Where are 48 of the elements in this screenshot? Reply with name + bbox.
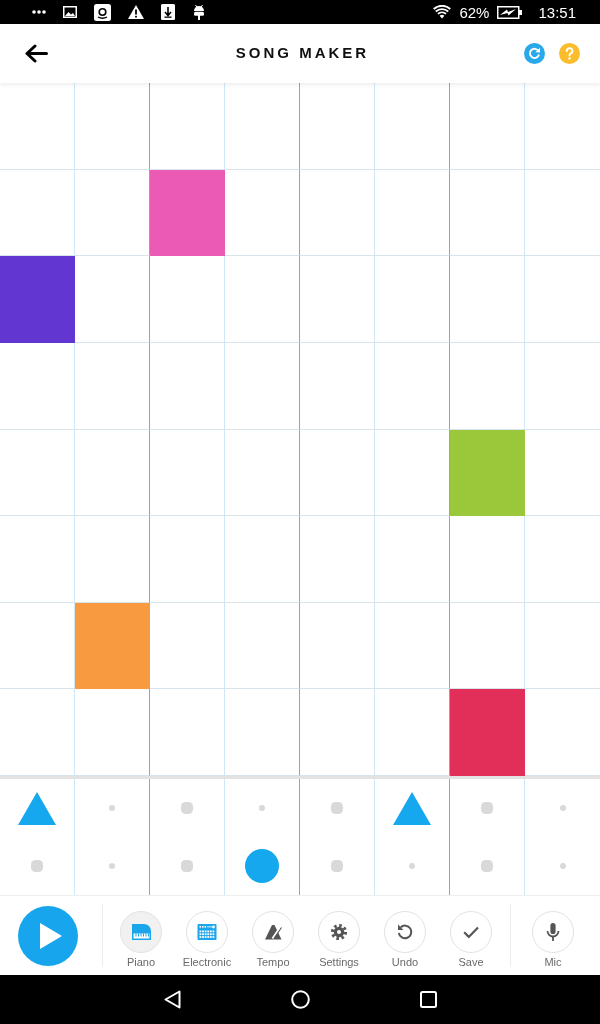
grid-cell[interactable] <box>75 256 150 343</box>
battery-percent: 62% <box>459 4 490 20</box>
grid-cell[interactable] <box>75 342 150 430</box>
app-icon <box>94 3 111 21</box>
clock-time: 13:51 <box>538 4 576 20</box>
tool-button[interactable]: Electronic <box>174 902 240 969</box>
microphone-icon <box>532 910 574 953</box>
refresh-icon[interactable] <box>524 43 545 64</box>
grid-cell[interactable] <box>375 602 450 690</box>
grid-cell[interactable] <box>225 342 300 430</box>
grid-cell[interactable] <box>375 169 450 257</box>
tool-button[interactable]: Save <box>438 902 504 969</box>
recent-apps-icon[interactable] <box>419 991 437 1008</box>
app-title: SONG MAKER <box>235 43 370 64</box>
grid-cell[interactable] <box>225 516 300 603</box>
download-icon <box>161 4 175 20</box>
note-block[interactable] <box>450 429 525 517</box>
android-icon <box>192 4 206 20</box>
grid-cell[interactable] <box>75 429 150 517</box>
warning-icon <box>128 5 144 19</box>
grid-cell[interactable] <box>225 429 300 517</box>
tool-button[interactable]: Tempo <box>240 902 306 969</box>
grid-cell[interactable] <box>225 256 300 343</box>
tool-button[interactable]: Mic <box>520 902 586 969</box>
grid-cell[interactable] <box>225 602 300 690</box>
grid-cell[interactable] <box>75 516 150 603</box>
home-icon[interactable] <box>290 990 310 1009</box>
image-icon <box>63 6 77 18</box>
grid-cell[interactable] <box>375 83 450 170</box>
battery-charging-icon <box>497 5 523 19</box>
play-icon <box>39 922 62 949</box>
help-icon[interactable] <box>559 43 580 64</box>
note-block[interactable] <box>150 169 225 257</box>
tool-button[interactable]: Undo <box>372 902 438 969</box>
grid-cell[interactable] <box>375 256 450 343</box>
grid-cell[interactable] <box>225 169 300 257</box>
back-icon[interactable] <box>163 990 181 1009</box>
back-arrow-icon[interactable] <box>25 44 48 63</box>
grid-cell[interactable] <box>375 342 450 430</box>
more-dots-icon <box>32 10 46 14</box>
tool-button[interactable]: Settings <box>306 902 372 969</box>
tool-button[interactable]: Piano <box>108 902 174 969</box>
grid-cell[interactable] <box>75 83 150 170</box>
grid-cell[interactable] <box>375 516 450 603</box>
note-block[interactable] <box>0 256 75 343</box>
wifi-icon <box>433 5 452 19</box>
note-block[interactable] <box>75 602 150 690</box>
grid-cell[interactable] <box>225 83 300 170</box>
